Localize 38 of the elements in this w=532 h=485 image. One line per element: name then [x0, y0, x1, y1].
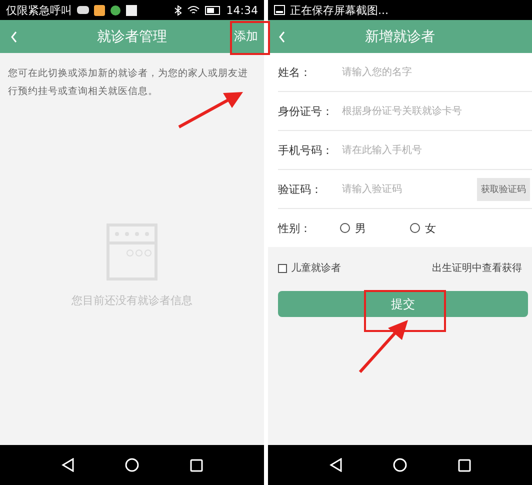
field-label: 姓名： — [278, 64, 312, 80]
get-code-button[interactable]: 获取验证码 — [477, 178, 530, 200]
home-icon[interactable] — [125, 458, 140, 472]
input-field[interactable]: 根据身份证号关联就诊卡号 — [340, 104, 532, 118]
intro-text: 您可在此切换或添加新的就诊者，为您的家人或朋友进行预约挂号或查询相关就医信息。 — [8, 67, 249, 99]
app-icon — [94, 4, 105, 16]
empty-state-text: 您目前还没有就诊者信息 — [72, 293, 192, 308]
radio-option[interactable]: 女 — [410, 220, 436, 236]
back-icon[interactable] — [329, 458, 344, 472]
checkbox-label: 儿童就诊者 — [291, 262, 341, 275]
battery-icon — [205, 6, 222, 14]
field-label: 手机号码： — [278, 142, 334, 158]
app-icon — [110, 4, 121, 16]
input-field[interactable]: 请在此输入手机号 — [340, 144, 532, 156]
home-icon[interactable] — [393, 458, 408, 472]
checkbox[interactable] — [278, 264, 287, 272]
bluetooth-icon — [174, 4, 182, 16]
input-field[interactable]: 请输入验证码 — [340, 182, 477, 196]
screenshot-icon — [274, 5, 285, 15]
hint-text: 出生证明中查看获得 — [432, 262, 522, 275]
clock-text: 14:34 — [226, 4, 258, 16]
radio-option[interactable]: 男 — [340, 220, 366, 236]
notification-text: 正在保存屏幕截图... — [290, 2, 388, 18]
field-label: 身份证号： — [278, 104, 334, 118]
field-label: 验证码： — [278, 182, 323, 196]
back-icon[interactable] — [61, 458, 76, 472]
input-field[interactable]: 请输入您的名字 — [340, 66, 532, 78]
recent-apps-icon[interactable] — [458, 458, 471, 472]
submit-button[interactable]: 提交 — [278, 291, 528, 317]
page-title: 新增就诊者 — [365, 28, 435, 46]
annotation-frame — [230, 21, 270, 55]
carrier-text: 仅限紧急呼叫 — [6, 2, 72, 18]
add-link[interactable]: 添加 — [234, 28, 258, 45]
wifi-icon — [187, 5, 200, 15]
field-label: 性别： — [278, 220, 312, 236]
page-title: 就诊者管理 — [97, 28, 167, 46]
recent-apps-icon[interactable] — [190, 458, 203, 472]
annotation-arrow — [176, 90, 246, 130]
